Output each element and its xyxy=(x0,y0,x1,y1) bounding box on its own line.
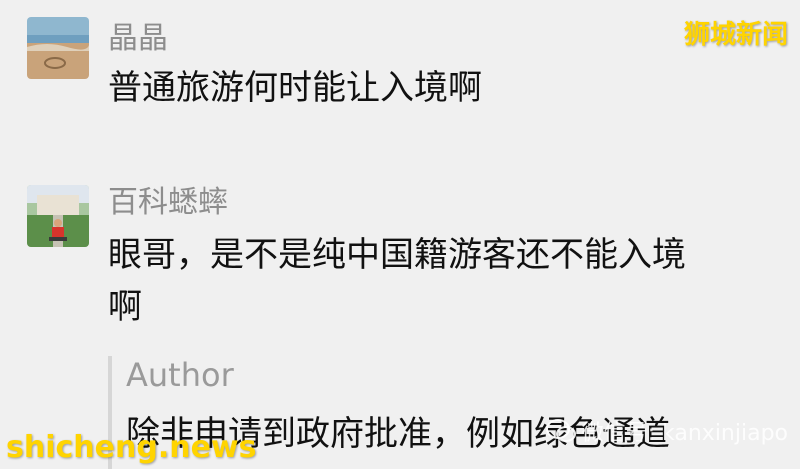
sender-nickname[interactable]: 晶晶 xyxy=(108,24,168,54)
site-watermark: 狮城新闻 xyxy=(683,20,788,50)
wechat-account-label: 微信号: kanxinjiapo xyxy=(581,421,788,446)
message-text-line-1: 眼哥，是不是纯中国籍游客还不能入境 xyxy=(108,235,686,275)
sender-nickname[interactable]: 百科蟋蟀 xyxy=(108,188,228,218)
avatar-baike-xishuai[interactable] xyxy=(27,185,89,247)
wechat-icon xyxy=(545,419,576,442)
beach-avatar-image xyxy=(27,17,89,79)
site-url-watermark: shicheng.news xyxy=(6,430,257,465)
quote-author: Author xyxy=(126,356,234,394)
person-avatar-image xyxy=(27,185,89,247)
wechat-watermark: 微信号: kanxinjiapo xyxy=(545,415,788,447)
message-text: 普通旅游何时能让入境啊 xyxy=(108,68,482,108)
message-text-line-2: 啊 xyxy=(108,287,142,327)
avatar-jingjing[interactable] xyxy=(27,17,89,79)
